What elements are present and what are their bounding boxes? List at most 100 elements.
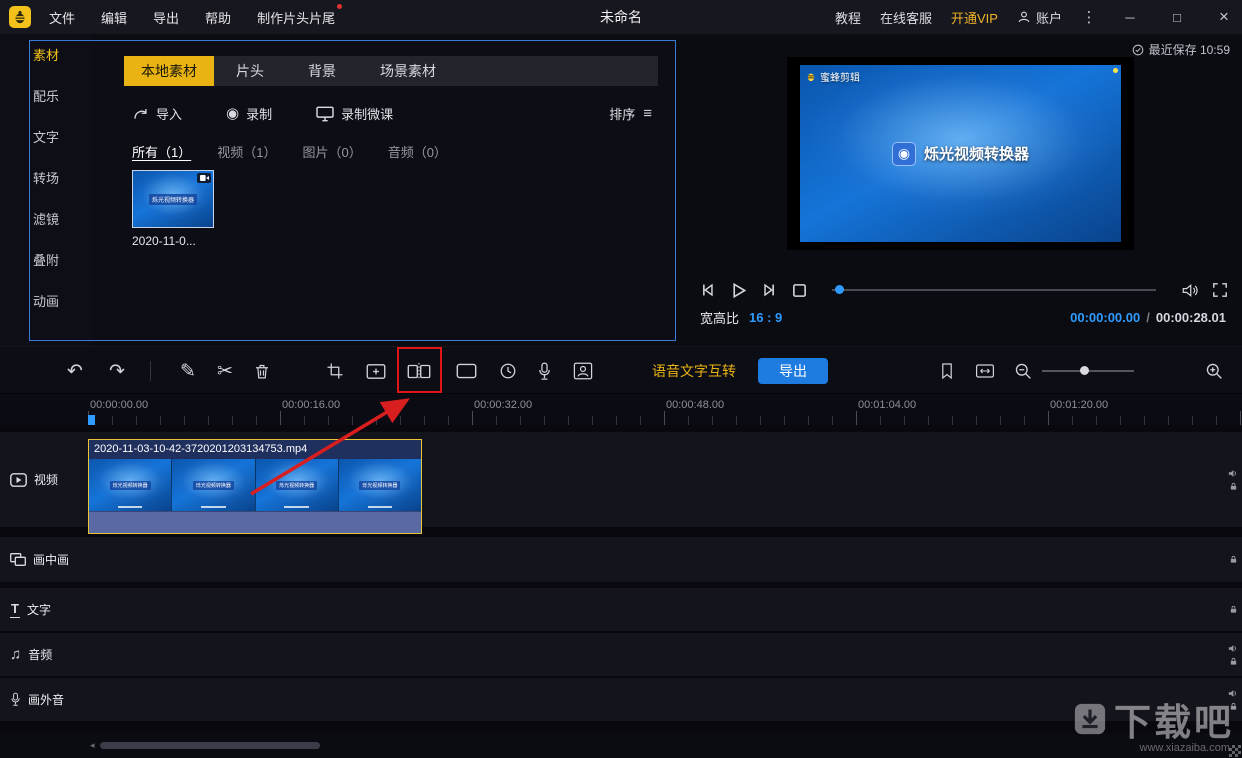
marker-flag-button[interactable] [933, 357, 961, 385]
scrollbar-thumb[interactable] [100, 742, 320, 749]
zoom-in-button[interactable] [1200, 357, 1228, 385]
next-frame-button[interactable] [761, 281, 779, 299]
video-track-text: 视频 [34, 471, 58, 488]
tutorial-link[interactable]: 教程 [835, 8, 861, 27]
support-link[interactable]: 在线客服 [880, 8, 932, 27]
video-track-label: 视频 [0, 432, 88, 527]
scroll-left-arrow-icon[interactable]: ◂ [90, 740, 95, 751]
play-button[interactable] [729, 281, 748, 300]
split-button[interactable] [405, 357, 433, 385]
material-actions: 导入 ◉ 录制 录制微课 排序 ≡ [132, 104, 652, 123]
timeline-scrollbar[interactable]: ◂ [88, 742, 1242, 750]
seek-slider[interactable] [832, 289, 1156, 291]
timeline-clip[interactable]: 2020-11-03-10-42-3720201203134753.mp4 烁光… [88, 439, 422, 534]
more-menu-button[interactable]: ⋮ [1081, 8, 1097, 26]
beecut-window: 文件 编辑 导出 帮助 制作片头片尾 未命名 教程 在线客服 开通VIP 账户 … [0, 0, 1242, 758]
sidebar-item-animation[interactable]: 动画 [0, 280, 92, 321]
video-camera-badge-icon [197, 173, 211, 183]
filter-image[interactable]: 图片（0） [302, 142, 361, 161]
menu-make-intro-outro[interactable]: 制作片头片尾 [257, 8, 335, 27]
filter-audio[interactable]: 音频（0） [388, 142, 447, 161]
time-display: 00:00:00.00 / 00:00:28.01 [1070, 310, 1226, 325]
sidebar-item-transition[interactable]: 转场 [0, 157, 92, 198]
current-time: 00:00:00.00 [1070, 310, 1140, 325]
timeline-zoom-slider[interactable] [1042, 370, 1134, 372]
maximize-button[interactable]: □ [1163, 0, 1191, 34]
sidebar-item-filter[interactable]: 滤镜 [0, 198, 92, 239]
stop-button[interactable] [792, 283, 807, 298]
volume-icon[interactable] [1181, 283, 1199, 298]
text-track-icon: T [10, 601, 20, 618]
sidebar-item-overlay[interactable]: 叠附 [0, 239, 92, 280]
timeline-zoom-handle[interactable] [1080, 366, 1089, 375]
sidebar-item-text[interactable]: 文字 [0, 116, 92, 157]
sidebar-item-material[interactable]: 素材 [0, 34, 92, 75]
track-row-pip[interactable]: 画中画 [0, 537, 1242, 582]
seek-handle[interactable] [835, 285, 844, 294]
close-button[interactable]: × [1210, 0, 1238, 34]
microphone-button[interactable] [530, 357, 558, 385]
tab-scene-material[interactable]: 场景素材 [358, 56, 458, 86]
redo-button[interactable]: ↷ [103, 357, 131, 385]
mosaic-button[interactable] [452, 357, 480, 385]
media-thumbnail[interactable]: 烁光视频转换器 [132, 170, 214, 228]
record-button[interactable]: ◉ 录制 [226, 104, 272, 123]
track-row-text[interactable]: T 文字 [0, 588, 1242, 631]
track-row-video[interactable]: 视频 2020-11-03-10-42-3720201203134753.mp4… [0, 432, 1242, 527]
delete-trash-button[interactable] [248, 357, 276, 385]
filter-all[interactable]: 所有（1） [132, 142, 191, 161]
mute-speaker-icon[interactable] [1228, 644, 1238, 653]
timeline-ruler[interactable]: 00:00:00.00 00:00:16.00 00:00:32.00 00:0… [0, 394, 1242, 425]
tab-local-material[interactable]: 本地素材 [124, 56, 214, 86]
sort-button[interactable]: 排序 ≡ [609, 104, 652, 123]
aspect-ratio-value[interactable]: 16 : 9 [749, 310, 782, 325]
export-button[interactable]: 导出 [758, 358, 828, 384]
notification-dot [337, 4, 342, 9]
zoom-out-button[interactable] [1009, 357, 1037, 385]
import-button[interactable]: 导入 [132, 104, 182, 123]
voice-avatar-button[interactable] [569, 357, 597, 385]
media-item[interactable]: 烁光视频转换器 2020-11-0... [132, 170, 214, 248]
fullscreen-icon[interactable] [1212, 282, 1228, 298]
toolbar-divider [150, 361, 151, 381]
ruler-label: 00:00:00.00 [90, 399, 148, 411]
voice-text-convert-button[interactable]: 语音文字互转 [652, 347, 736, 395]
vip-button[interactable]: 开通VIP [951, 8, 998, 27]
record-label: 录制 [246, 104, 272, 123]
record-icon: ◉ [226, 106, 239, 121]
cut-scissors-button[interactable]: ✂ [211, 357, 239, 385]
sidebar-item-music[interactable]: 配乐 [0, 75, 92, 116]
record-course-button[interactable]: 录制微课 [316, 104, 393, 123]
mute-speaker-icon[interactable] [1228, 469, 1238, 478]
lock-icon[interactable] [1229, 605, 1238, 614]
menu-file[interactable]: 文件 [49, 8, 75, 27]
previous-frame-button[interactable] [698, 281, 716, 299]
app-logo-icon[interactable] [9, 6, 31, 28]
preview-video-frame[interactable]: 蜜蜂剪辑 ◉ 烁光视频转换器 [787, 57, 1134, 250]
account-button[interactable]: 账户 [1017, 8, 1062, 27]
lock-icon[interactable] [1229, 482, 1238, 491]
playhead-marker[interactable] [88, 415, 95, 425]
track-row-audio[interactable]: ♫ 音频 [0, 633, 1242, 676]
lock-icon[interactable] [1229, 555, 1238, 564]
menu-edit[interactable]: 编辑 [101, 8, 127, 27]
edit-pencil-button[interactable]: ✎ [174, 357, 202, 385]
menu-export[interactable]: 导出 [153, 8, 179, 27]
crop-button[interactable] [321, 357, 349, 385]
clip-frame-thumbnail: 烁光视频转换器 [89, 459, 172, 511]
lock-icon[interactable] [1229, 657, 1238, 666]
menu-help[interactable]: 帮助 [205, 8, 231, 27]
tab-intro[interactable]: 片头 [214, 56, 286, 86]
undo-button[interactable]: ↶ [61, 357, 89, 385]
track-row-voiceover[interactable]: 画外音 [0, 678, 1242, 721]
fit-timeline-button[interactable] [971, 357, 999, 385]
watermark-url: www.xiazaiba.com [1073, 742, 1230, 754]
import-label: 导入 [156, 104, 182, 123]
tab-background[interactable]: 背景 [286, 56, 358, 86]
minimize-button[interactable]: ─ [1116, 0, 1144, 34]
ruler-label: 00:01:04.00 [858, 399, 916, 411]
filter-video[interactable]: 视频（1） [217, 142, 276, 161]
duration-clock-button[interactable] [494, 357, 522, 385]
saved-check-icon [1132, 44, 1144, 56]
zoom-frame-button[interactable] [362, 357, 390, 385]
